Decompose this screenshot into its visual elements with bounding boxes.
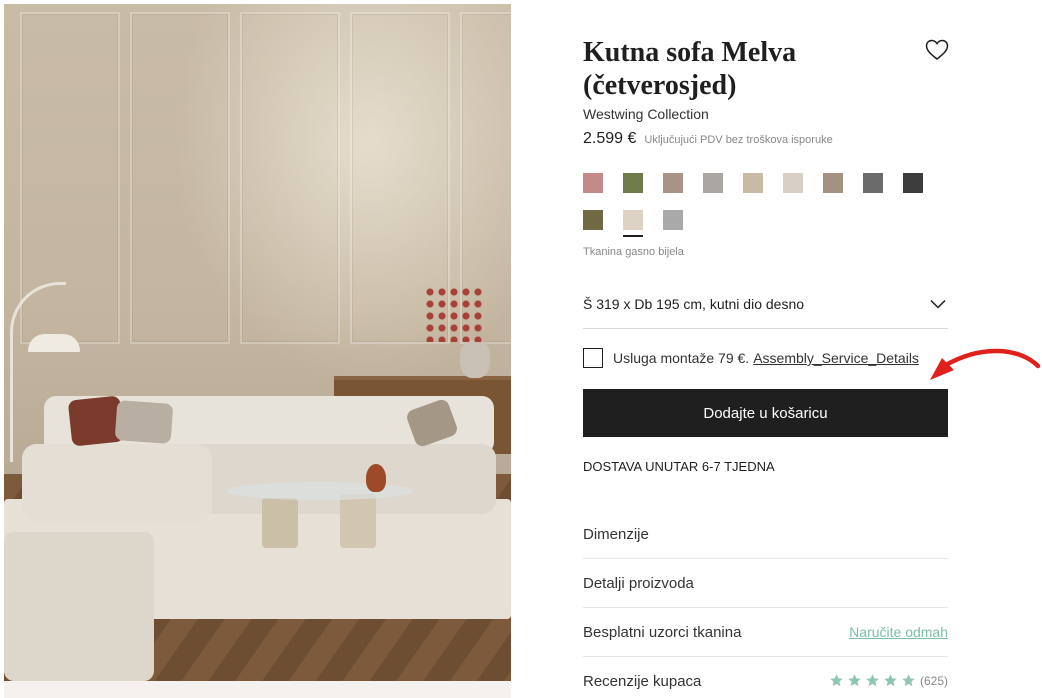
accordion-fabric-samples[interactable]: Besplatni uzorci tkanina Naručite odmah bbox=[583, 608, 948, 657]
coffee-table-leg bbox=[340, 494, 376, 548]
star-icon bbox=[902, 674, 915, 687]
star-icon bbox=[866, 674, 879, 687]
assembly-option: Usluga montaže 79 €. Assembly_Service_De… bbox=[583, 348, 919, 368]
color-swatch[interactable] bbox=[903, 173, 923, 193]
star-icon bbox=[848, 674, 861, 687]
color-swatch[interactable] bbox=[823, 173, 843, 193]
rating-stars: (625) bbox=[826, 673, 948, 688]
accordion-reviews[interactable]: Recenzije kupaca (625) bbox=[583, 657, 948, 698]
red-arrow-icon bbox=[930, 348, 1041, 380]
star-icon bbox=[830, 674, 843, 687]
pouf bbox=[4, 532, 154, 681]
coffee-table-leg bbox=[262, 498, 298, 548]
plant-branches bbox=[424, 286, 486, 342]
accordion-label: Dimenzije bbox=[583, 526, 649, 543]
order-samples-link[interactable]: Naručite odmah bbox=[849, 624, 948, 640]
color-swatch[interactable] bbox=[583, 173, 603, 193]
color-swatch[interactable] bbox=[623, 210, 643, 237]
size-dropdown[interactable]: Š 319 x Db 195 cm, kutni dio desno bbox=[583, 286, 948, 329]
selected-color-name: Tkanina gasno bijela bbox=[583, 246, 684, 258]
delivery-info: DOSTAVA UNUTAR 6-7 TJEDNA bbox=[583, 459, 775, 474]
accordion-label: Recenzije kupaca bbox=[583, 673, 702, 690]
assembly-checkbox[interactable] bbox=[583, 348, 603, 368]
wall-panel bbox=[240, 12, 340, 344]
price-row: 2.599 € Uključujući PDV bez troškova isp… bbox=[583, 130, 833, 148]
pillow bbox=[114, 400, 174, 444]
coffee-table-top bbox=[226, 482, 414, 500]
accordion-dimensions[interactable]: Dimenzije bbox=[583, 510, 948, 559]
gallery-strip bbox=[4, 681, 511, 698]
color-swatch[interactable] bbox=[703, 173, 723, 193]
accordion-label: Besplatni uzorci tkanina bbox=[583, 624, 742, 641]
assembly-details-link[interactable]: Assembly_Service_Details bbox=[753, 350, 919, 366]
add-to-cart-button[interactable]: Dodajte u košaricu bbox=[583, 389, 948, 437]
assembly-text: Usluga montaže 79 €. bbox=[613, 350, 750, 366]
color-swatch[interactable] bbox=[863, 173, 883, 193]
accordion-product-details[interactable]: Detalji proizvoda bbox=[583, 559, 948, 608]
sofa-chaise bbox=[22, 444, 212, 522]
heart-icon bbox=[925, 39, 949, 60]
accordion-label: Detalji proizvoda bbox=[583, 575, 694, 592]
product-title: Kutna sofa Melva (četverosjed) bbox=[583, 37, 797, 101]
review-count: (625) bbox=[919, 673, 948, 688]
brand-name: Westwing Collection bbox=[583, 106, 709, 122]
vase bbox=[366, 464, 386, 492]
color-swatch[interactable] bbox=[623, 173, 643, 193]
lamp-shade bbox=[28, 334, 80, 352]
price: 2.599 € bbox=[583, 130, 637, 147]
size-dropdown-value: Š 319 x Db 195 cm, kutni dio desno bbox=[583, 296, 805, 312]
wishlist-button[interactable] bbox=[924, 38, 950, 62]
chevron-down-icon bbox=[930, 299, 946, 309]
wall-panel bbox=[130, 12, 230, 344]
color-swatch[interactable] bbox=[663, 210, 683, 230]
color-swatch[interactable] bbox=[663, 173, 683, 193]
color-swatch[interactable] bbox=[743, 173, 763, 193]
plant-vase bbox=[460, 340, 490, 378]
price-note: Uključujući PDV bez troškova isporuke bbox=[644, 134, 833, 146]
color-swatch[interactable] bbox=[583, 210, 603, 230]
color-swatch[interactable] bbox=[783, 173, 803, 193]
star-icon bbox=[884, 674, 897, 687]
product-image bbox=[4, 4, 511, 681]
